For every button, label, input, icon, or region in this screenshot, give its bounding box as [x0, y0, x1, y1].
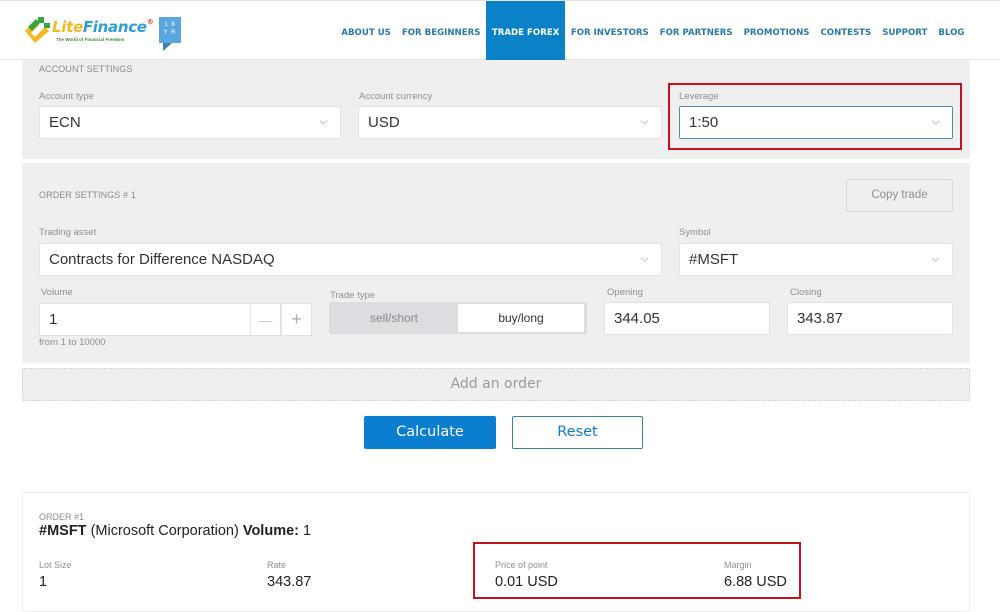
nav-for-partners[interactable]: FOR PARTNERS [654, 1, 738, 61]
sell-short-option[interactable]: sell/short [331, 304, 457, 332]
account-currency-label: Account currency [359, 91, 433, 102]
symbol-label: Symbol [679, 227, 711, 238]
opening-price-input[interactable]: 344.05 [604, 302, 770, 335]
site-header: LiteFinance® The World of Financial Free… [0, 0, 1000, 61]
trade-type-label: Trade type [330, 290, 376, 301]
registered-mark: ® [146, 18, 154, 26]
volume-input[interactable]: 1 [39, 303, 251, 336]
logo-finance: Finance [82, 18, 147, 36]
price-of-point-label: Price of point [495, 560, 548, 570]
trading-asset-select[interactable]: Contracts for Difference NASDAQ [39, 243, 662, 276]
badge-flag: 1 8 Y R [159, 17, 181, 43]
account-type-label: Account type [39, 91, 94, 102]
logo-tagline: The World of Financial Freedom [56, 37, 125, 42]
trade-type-toggle: sell/short buy/long [329, 302, 587, 334]
symbol-select[interactable]: #MSFT [679, 243, 953, 276]
badge-ribbon-tail [163, 43, 181, 51]
nav-for-investors[interactable]: FOR INVESTORS [565, 1, 654, 61]
opening-price-value: 344.05 [614, 310, 660, 327]
nav-about-us[interactable]: ABOUT US [336, 1, 397, 61]
chevron-down-icon [640, 257, 649, 262]
chevron-down-icon [640, 120, 649, 125]
logo-wordmark: LiteFinance® [52, 18, 154, 36]
result-company: (Microsoft Corporation) [90, 523, 239, 539]
lot-size-label: Lot Size [39, 560, 72, 570]
closing-price-input[interactable]: 343.87 [787, 302, 953, 335]
leverage-label: Leverage [679, 91, 719, 102]
result-symbol: #MSFT [39, 523, 87, 539]
price-of-point-value: 0.01 USD [495, 574, 558, 590]
volume-decrement-button[interactable]: — [250, 303, 281, 336]
account-currency-value: USD [368, 114, 400, 131]
buy-long-option[interactable]: buy/long [458, 304, 584, 332]
margin-label: Margin [724, 560, 752, 570]
result-volume-value: 1 [303, 523, 312, 539]
badge-line2: Y R [163, 30, 177, 36]
nav-promotions[interactable]: PROMOTIONS [738, 1, 815, 61]
account-type-select[interactable]: ECN [39, 106, 341, 139]
chevron-down-icon [319, 120, 328, 125]
order-settings-title: ORDER SETTINGS # 1 [39, 190, 136, 200]
nav-blog[interactable]: BLOG [933, 1, 970, 61]
calculate-button[interactable]: Calculate [364, 416, 496, 449]
rate-label: Rate [267, 560, 287, 570]
closing-label: Closing [790, 287, 822, 298]
opening-label: Opening [607, 287, 643, 298]
account-currency-select[interactable]: USD [358, 106, 662, 139]
margin-highlight-box [473, 542, 801, 599]
anniversary-badge: 1 8 Y R [159, 17, 183, 51]
copy-trade-button[interactable]: Copy trade [846, 179, 953, 212]
trading-asset-label: Trading asset [39, 227, 97, 238]
closing-price-value: 343.87 [797, 310, 843, 327]
result-volume-label: Volume: [242, 523, 299, 539]
litefinance-logo[interactable]: LiteFinance® The World of Financial Free… [22, 15, 154, 49]
nav-contests[interactable]: CONTESTS [815, 1, 877, 61]
order-number-label: ORDER #1 [39, 512, 85, 522]
plus-icon: + [291, 309, 302, 329]
logo-lite: Lite [52, 18, 83, 36]
leverage-select[interactable]: 1:50 [679, 106, 953, 139]
nav-trade-forex[interactable]: TRADE FOREX [485, 1, 566, 61]
leverage-value: 1:50 [689, 114, 719, 131]
account-settings-title: ACCOUNT SETTINGS [39, 64, 133, 74]
symbol-value: #MSFT [689, 251, 739, 268]
volume-label: Volume [41, 287, 73, 298]
reset-button[interactable]: Reset [512, 416, 643, 449]
lot-size-value: 1 [39, 574, 48, 590]
chevron-down-icon [931, 120, 940, 125]
rate-value: 343.87 [267, 574, 312, 590]
margin-value: 6.88 USD [724, 574, 787, 590]
logo-mark-icon [25, 17, 50, 43]
nav-support[interactable]: SUPPORT [877, 1, 933, 61]
trading-asset-value: Contracts for Difference NASDAQ [49, 251, 275, 268]
volume-value: 1 [49, 311, 58, 328]
order-result-title: #MSFT (Microsoft Corporation) Volume: 1 [39, 523, 311, 539]
account-type-value: ECN [49, 114, 81, 131]
minus-icon: — [258, 312, 273, 328]
add-order-button[interactable]: Add an order [22, 368, 970, 401]
volume-increment-button[interactable]: + [281, 303, 312, 336]
chevron-down-icon [931, 257, 940, 262]
volume-range-hint: from 1 to 10000 [39, 337, 106, 348]
main-nav: ABOUT US FOR BEGINNERS TRADE FOREX FOR I… [336, 1, 970, 61]
nav-for-beginners[interactable]: FOR BEGINNERS [396, 1, 486, 61]
badge-line1: 1 8 [164, 22, 176, 28]
